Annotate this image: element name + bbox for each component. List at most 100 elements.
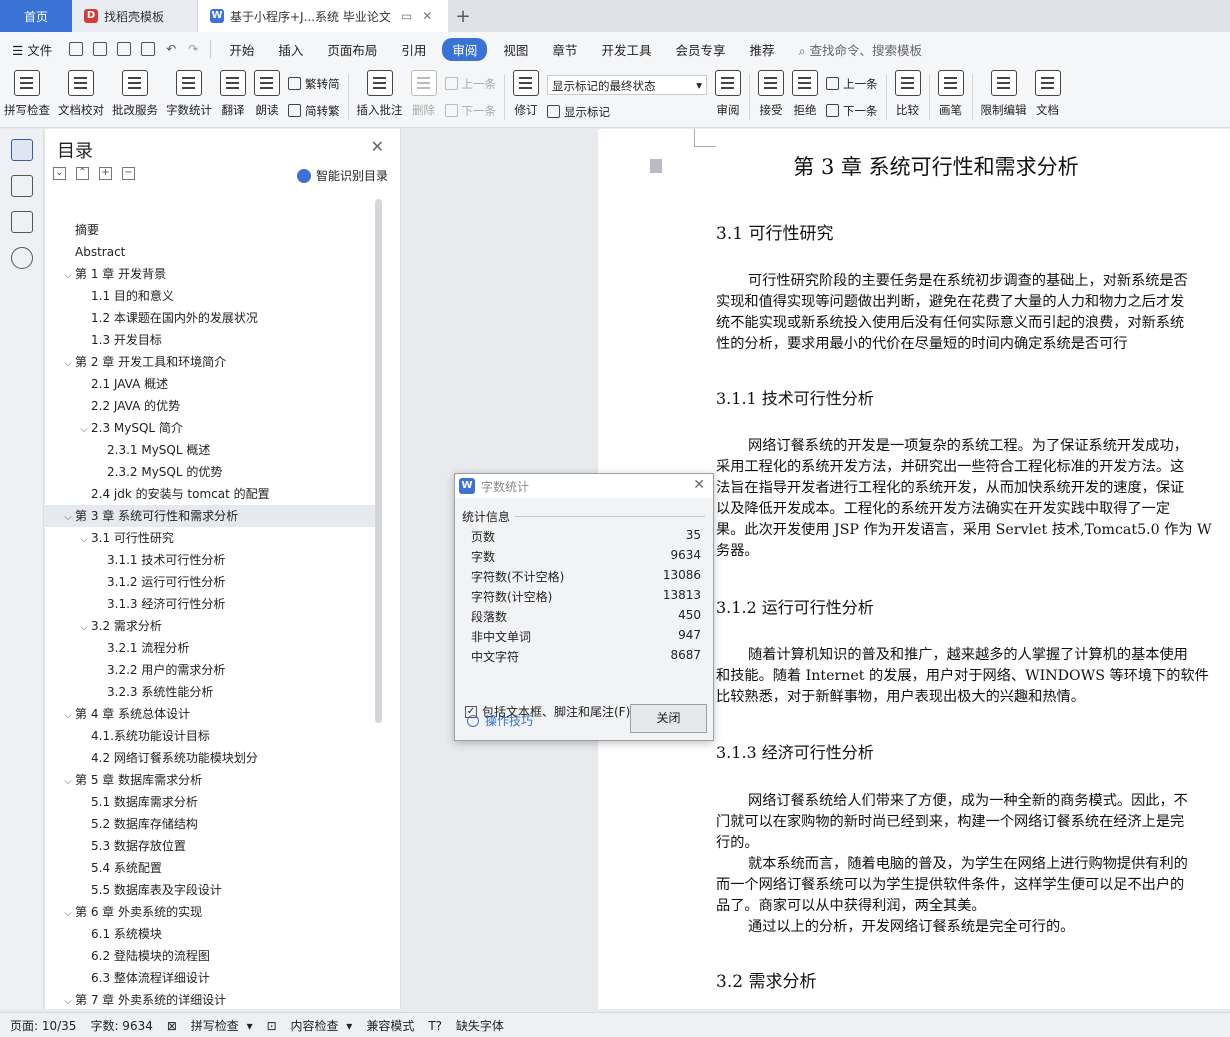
toc-item[interactable]: 3.1.3 经济可行性分析 [45, 593, 375, 615]
read-aloud-button[interactable]: 朗读 [250, 70, 284, 118]
toc-item[interactable]: 3.1.1 技术可行性分析 [45, 549, 375, 571]
chevron-down-icon[interactable]: ⌵ [61, 771, 75, 793]
redo-icon[interactable]: ↷ [188, 42, 198, 56]
toc-item[interactable]: 摘要 [45, 219, 375, 241]
prev-comment-button[interactable]: 上一条 [444, 76, 496, 92]
menu-chapter[interactable]: 章节 [540, 40, 589, 59]
next-change-button[interactable]: 下一条 [826, 103, 878, 119]
dialog-close-button[interactable]: 关闭 [630, 704, 707, 733]
print-preview-icon[interactable] [141, 42, 156, 56]
toc-item[interactable]: ⌵ 第 5 章 数据库需求分析 [45, 769, 375, 791]
expand-all-icon[interactable]: ⌄ [53, 167, 66, 180]
toc-item[interactable]: ⌵ 第 7 章 外卖系统的详细设计 [45, 989, 375, 1011]
toc-item[interactable]: 4.1.系统功能设计目标 [45, 725, 375, 747]
toc-item[interactable]: 3.2.3 系统性能分析 [45, 681, 375, 703]
toc-item[interactable]: 3.1.2 运行可行性分析 [45, 571, 375, 593]
toc-item[interactable]: Abstract [45, 241, 375, 263]
toc-item[interactable]: 2.4 jdk 的安装与 tomcat 的配置 [45, 483, 375, 505]
compare-button[interactable]: 比较 [891, 70, 925, 118]
toc-item[interactable]: 2.1 JAVA 概述 [45, 373, 375, 395]
toc-item[interactable]: 3.2.2 用户的需求分析 [45, 659, 375, 681]
chevron-down-icon[interactable]: ⌵ [77, 529, 91, 551]
toc-item[interactable]: 2.2 JAVA 的优势 [45, 395, 375, 417]
chapter-nav-icon[interactable] [11, 175, 33, 197]
toc-item[interactable]: 5.2 数据库存储结构 [45, 813, 375, 835]
toc-item[interactable]: 6.2 登陆模块的流程图 [45, 945, 375, 967]
toc-item[interactable]: ⌵ 3.1 可行性研究 [45, 527, 375, 549]
toc-item[interactable]: 1.2 本课题在国内外的发展状况 [45, 307, 375, 329]
command-search[interactable]: ⌕ 查找命令、搜索模板 [786, 40, 934, 59]
pen-button[interactable]: 画笔 [934, 70, 968, 118]
page-indicator[interactable]: 页面: 10/35 [10, 1017, 76, 1034]
tab-close-icon[interactable]: ✕ [422, 9, 432, 23]
tab-home[interactable]: 首页 [0, 0, 72, 32]
export-pdf-icon[interactable] [93, 42, 108, 56]
chevron-down-icon[interactable]: ⌵ [77, 419, 91, 441]
toc-item[interactable]: ⌵ 第 2 章 开发工具和环境简介 [45, 351, 375, 373]
show-markup-button[interactable]: 显示标记 [547, 104, 707, 120]
batch-service-button[interactable]: 批改服务 [108, 70, 162, 118]
save-icon[interactable] [69, 42, 84, 56]
toc-item[interactable]: 5.1 数据库需求分析 [45, 791, 375, 813]
toc-item[interactable]: 6.1 系统模块 [45, 923, 375, 945]
chevron-down-icon[interactable]: ⌵ [61, 903, 75, 925]
menu-view[interactable]: 视图 [491, 40, 540, 59]
toc-item[interactable]: 5.3 数据存放位置 [45, 835, 375, 857]
chevron-down-icon[interactable]: ⌵ [61, 991, 75, 1013]
toc-item[interactable]: 3.2.1 流程分析 [45, 637, 375, 659]
tab-document[interactable]: W 基于小程序+J...系统 毕业论文 ▭ ✕ [198, 0, 448, 32]
bookmark-icon[interactable] [11, 211, 33, 233]
add-level-icon[interactable]: + [99, 167, 112, 180]
dialog-title-bar[interactable]: W 字数统计 [455, 474, 713, 498]
chevron-down-icon[interactable]: ⌵ [61, 507, 75, 529]
toc-item[interactable]: 1.1 目的和意义 [45, 285, 375, 307]
doc-proof-button[interactable]: 文档校对 [54, 70, 108, 118]
reject-button[interactable]: 拒绝 [788, 70, 822, 118]
remove-level-icon[interactable]: − [122, 167, 135, 180]
close-icon[interactable]: ✕ [371, 137, 384, 156]
undo-icon[interactable]: ↶ [166, 42, 176, 56]
menu-reference[interactable]: 引用 [389, 40, 438, 59]
toc-item[interactable]: 1.3 开发目标 [45, 329, 375, 351]
next-comment-button[interactable]: 下一条 [444, 103, 496, 119]
close-icon[interactable]: ✕ [693, 477, 705, 493]
tips-link[interactable]: 操作技巧 [467, 712, 533, 729]
doc-more-button[interactable]: 文档 [1031, 70, 1065, 118]
accept-button[interactable]: 接受 [754, 70, 788, 118]
toc-item[interactable]: ⌵ 第 1 章 开发背景 [45, 263, 375, 285]
restrict-edit-button[interactable]: 限制编辑 [977, 70, 1031, 118]
menu-layout[interactable]: 页面布局 [315, 40, 389, 59]
file-menu[interactable]: ☰ 文件 [0, 40, 64, 59]
word-count-indicator[interactable]: 字数: 9634 [90, 1017, 152, 1034]
insert-comment-button[interactable]: 插入批注 [353, 70, 407, 118]
chevron-down-icon[interactable]: ⌵ [61, 353, 75, 375]
toc-item[interactable]: 2.3.2 MySQL 的优势 [45, 461, 375, 483]
toc-item[interactable]: 6.3 整体流程详细设计 [45, 967, 375, 989]
prev-change-button[interactable]: 上一条 [826, 76, 878, 92]
toc-item[interactable]: 4.2 网络订餐系统功能模块划分 [45, 747, 375, 769]
missing-font[interactable]: T? 缺失字体 [428, 1017, 508, 1034]
tab-monitor-icon[interactable]: ▭ [401, 9, 412, 23]
markup-mode-select[interactable]: 显示标记的最终状态 ▾ [547, 74, 707, 95]
collapse-all-icon[interactable]: ⌃ [76, 167, 89, 180]
new-tab-button[interactable]: + [448, 0, 478, 32]
toc-item[interactable]: ⌵ 2.3 MySQL 简介 [45, 417, 375, 439]
toc-item[interactable]: ⌵ 第 6 章 外卖系统的实现 [45, 901, 375, 923]
trad-to-simp-button[interactable]: 繁转简 [288, 76, 340, 92]
menu-review[interactable]: 审阅 [442, 37, 488, 61]
review-pane-button[interactable]: 审阅 [711, 70, 745, 118]
menu-recommend[interactable]: 推荐 [737, 40, 786, 59]
search-icon[interactable] [11, 247, 33, 269]
translate-button[interactable]: 翻译 [216, 70, 250, 118]
print-icon[interactable] [117, 42, 132, 56]
tab-template[interactable]: D 找稻壳模板 [72, 0, 198, 32]
toc-item[interactable]: 2.3.1 MySQL 概述 [45, 439, 375, 461]
status-content-check[interactable]: ⊡ 内容检查 ▾ [267, 1017, 353, 1034]
chevron-down-icon[interactable]: ⌵ [61, 705, 75, 727]
toc-item[interactable]: ⌵ 第 3 章 系统可行性和需求分析 [45, 505, 375, 527]
status-spell-check[interactable]: ⊠ 拼写检查 ▾ [167, 1017, 253, 1034]
toc-scrollbar[interactable] [375, 199, 382, 723]
menu-devtools[interactable]: 开发工具 [589, 40, 663, 59]
chevron-down-icon[interactable]: ⌵ [61, 265, 75, 287]
toc-pane-icon[interactable] [11, 139, 33, 161]
